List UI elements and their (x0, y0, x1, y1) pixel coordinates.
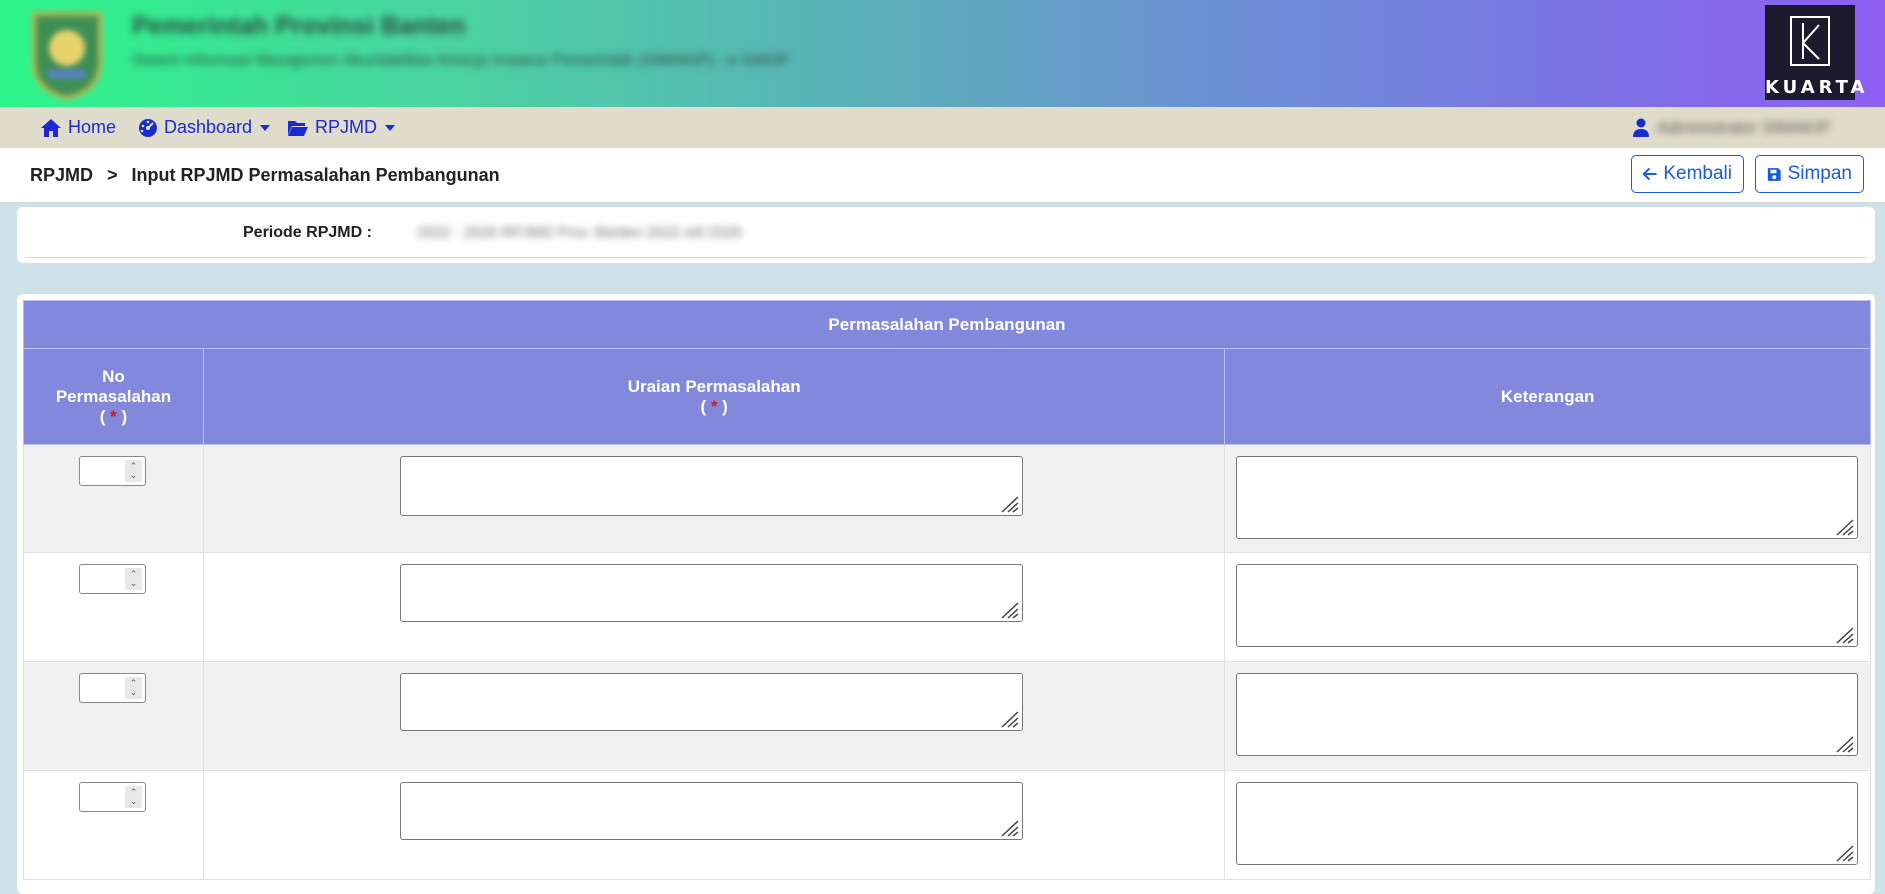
column-header-no: No Permasalahan ( * ) (23, 348, 204, 445)
resize-grip-icon[interactable] (998, 493, 1020, 513)
back-button-label: Kembali (1663, 163, 1732, 184)
page-toolbar: RPJMD > Input RPJMD Permasalahan Pembang… (0, 148, 1885, 203)
cell-no: ⌃ ⌄ (23, 552, 204, 662)
table-title: Permasalahan Pembangunan (23, 300, 1871, 349)
resize-grip-icon[interactable] (998, 817, 1020, 837)
no-permasalahan-stepper[interactable]: ⌃ ⌄ (79, 673, 146, 703)
user-name: Administrator SIMAKIP (1657, 118, 1831, 137)
kuarta-k-icon (1790, 16, 1830, 66)
table-row: ⌃ ⌄ (23, 444, 1871, 553)
table-row: ⌃ ⌄ (23, 770, 1871, 880)
cell-keterangan (1224, 552, 1871, 662)
spinner-arrows-icon[interactable]: ⌃ ⌄ (125, 460, 142, 482)
keterangan-textarea[interactable] (1236, 673, 1859, 756)
cell-uraian (202, 770, 1226, 880)
arrow-left-icon (1643, 167, 1657, 181)
dashboard-gauge-icon (139, 118, 157, 137)
kuarta-brand-text: KUARTA (1765, 77, 1869, 98)
home-icon (41, 118, 61, 137)
spinner-arrows-icon[interactable]: ⌃ ⌄ (125, 677, 142, 699)
resize-grip-icon[interactable] (998, 599, 1020, 619)
column-header-uraian: Uraian Permasalahan ( * ) (202, 348, 1226, 445)
nav-dashboard-label: Dashboard (164, 117, 253, 137)
divider (25, 257, 1867, 258)
user-menu[interactable]: Administrator SIMAKIP (1633, 118, 1831, 138)
chevron-down-icon (260, 124, 271, 131)
cell-uraian (202, 552, 1226, 662)
uraian-textarea[interactable] (399, 782, 1023, 840)
uraian-textarea[interactable] (399, 673, 1023, 731)
user-icon (1633, 118, 1649, 137)
cell-no: ⌃ ⌄ (23, 770, 204, 880)
cell-no: ⌃ ⌄ (23, 444, 204, 553)
page-title: Input RPJMD Permasalahan Pembangunan (131, 165, 500, 185)
keterangan-textarea[interactable] (1236, 456, 1859, 539)
main-navbar: Home Dashboard RPJMD Administrator SIMAK… (0, 107, 1885, 148)
uraian-textarea[interactable] (399, 456, 1023, 516)
resize-grip-icon[interactable] (1833, 624, 1855, 644)
column-header-no-line1: No (102, 366, 125, 386)
table-row: ⌃ ⌄ (23, 661, 1871, 771)
nav-home-label: Home (68, 117, 117, 137)
permasalahan-table-card: Permasalahan Pembangunan No Permasalahan… (17, 294, 1875, 894)
save-button[interactable]: Simpan (1755, 155, 1864, 193)
resize-grip-icon[interactable] (1833, 842, 1855, 862)
periode-card: Periode RPJMD : 2022 - 2026 RPJMD Prov. … (17, 207, 1875, 263)
resize-grip-icon[interactable] (1833, 516, 1855, 536)
app-header: Pemerintah Provinsi Banten Sistem Inform… (0, 0, 1885, 107)
chevron-down-icon (385, 124, 395, 131)
keterangan-textarea[interactable] (1236, 782, 1859, 865)
nav-rpjmd-label: RPJMD (315, 117, 377, 137)
nav-rpjmd-dropdown[interactable]: RPJMD (287, 117, 395, 138)
permasalahan-table: Permasalahan Pembangunan No Permasalahan… (23, 300, 1871, 880)
spinner-arrows-icon[interactable]: ⌃ ⌄ (125, 568, 142, 590)
column-header-keterangan: Keterangan (1224, 348, 1871, 445)
periode-label: Periode RPJMD : (243, 224, 372, 241)
column-header-no-line2: Permasalahan (55, 386, 172, 406)
kuarta-logo: KUARTA (1765, 5, 1869, 100)
no-permasalahan-stepper[interactable]: ⌃ ⌄ (79, 782, 146, 812)
cell-keterangan (1224, 444, 1871, 553)
table-body: ⌃ ⌄ ⌃ ⌄ ⌃ ⌄ ⌃ ⌄ (23, 444, 1871, 880)
breadcrumb-separator: > (107, 165, 118, 185)
provincial-emblem-logo (32, 12, 102, 100)
app-title: Pemerintah Provinsi Banten (132, 12, 466, 40)
keterangan-textarea[interactable] (1236, 564, 1859, 647)
save-button-label: Simpan (1787, 163, 1852, 184)
back-button[interactable]: Kembali (1631, 155, 1744, 193)
spinner-arrows-icon[interactable]: ⌃ ⌄ (125, 786, 142, 808)
cell-keterangan (1224, 770, 1871, 880)
required-asterisk: * (110, 406, 117, 426)
uraian-textarea[interactable] (399, 564, 1023, 622)
table-row: ⌃ ⌄ (23, 552, 1871, 662)
folder-open-icon (288, 120, 308, 136)
nav-dashboard-dropdown[interactable]: Dashboard (138, 117, 271, 138)
nav-home[interactable]: Home (40, 117, 116, 138)
no-permasalahan-stepper[interactable]: ⌃ ⌄ (79, 564, 146, 594)
column-header-uraian-label: Uraian Permasalahan (627, 376, 801, 396)
resize-grip-icon[interactable] (998, 708, 1020, 728)
no-permasalahan-stepper[interactable]: ⌃ ⌄ (79, 456, 146, 486)
save-floppy-icon (1767, 167, 1781, 181)
breadcrumb-root[interactable]: RPJMD (30, 165, 93, 186)
required-indicator: ( * ) (99, 406, 128, 426)
cell-uraian (202, 661, 1226, 771)
cell-keterangan (1224, 661, 1871, 771)
app-subtitle: Sistem Informasi Manajemen Akuntabilitas… (132, 52, 790, 69)
breadcrumb: RPJMD > Input RPJMD Permasalahan Pembang… (30, 165, 500, 186)
cell-uraian (202, 444, 1226, 553)
resize-grip-icon[interactable] (1833, 733, 1855, 753)
required-indicator: ( * ) (700, 396, 728, 416)
periode-value: 2022 - 2026 RPJMD Prov. Banten 2022 s/d … (417, 224, 742, 241)
cell-no: ⌃ ⌄ (23, 661, 204, 771)
